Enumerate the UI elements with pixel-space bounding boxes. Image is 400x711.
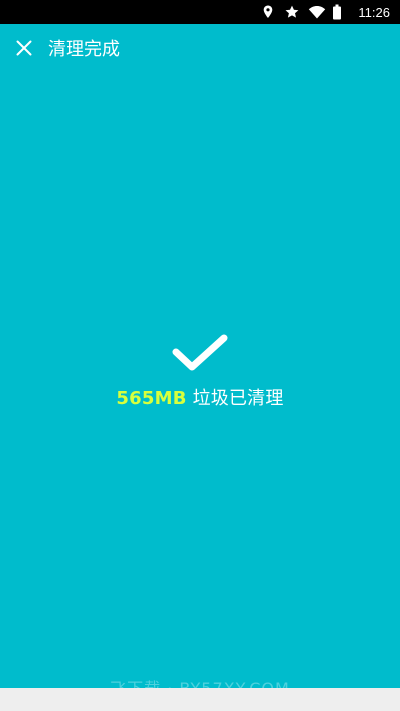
bottom-strip — [0, 688, 400, 711]
status-time: 11:26 — [358, 4, 390, 20]
close-icon — [16, 40, 32, 56]
cleanup-result: 565MB 垃圾已清理 — [0, 332, 400, 432]
cleaned-amount: 565MB — [116, 388, 187, 409]
result-text: 565MB 垃圾已清理 — [116, 384, 283, 410]
wifi-icon — [308, 4, 326, 20]
cleaned-label: 垃圾已清理 — [192, 388, 284, 409]
close-button[interactable] — [0, 24, 48, 72]
star-icon — [284, 4, 300, 20]
status-bar: 11:26 — [0, 0, 400, 24]
location-icon — [260, 4, 276, 20]
top-bar: 清理完成 — [0, 24, 400, 72]
checkmark-icon — [172, 334, 228, 371]
page-title: 清理完成 — [48, 39, 120, 60]
battery-icon — [332, 4, 348, 20]
